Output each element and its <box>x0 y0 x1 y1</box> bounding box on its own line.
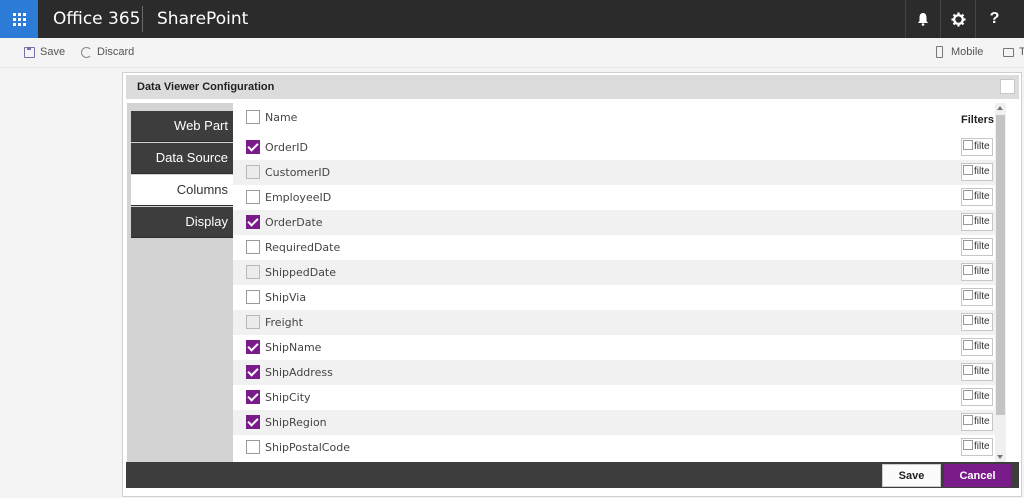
mobile-preview-command[interactable]: Mobile <box>936 46 983 58</box>
cancel-button[interactable]: Cancel <box>944 464 1011 487</box>
column-row: ShippedDate filte <box>233 260 997 285</box>
column-row: ShipAddress filte <box>233 360 997 385</box>
app-name[interactable]: SharePoint <box>157 9 248 29</box>
filter-icon[interactable]: filte <box>961 138 993 156</box>
filter-icon[interactable]: filte <box>961 388 993 406</box>
column-name: ShipCity <box>265 391 311 404</box>
scroll-up-arrow-icon[interactable] <box>997 106 1003 110</box>
notifications-button[interactable] <box>905 0 940 38</box>
tab-columns[interactable]: Columns <box>131 175 234 206</box>
column-name: ShipName <box>265 341 322 354</box>
column-checkbox[interactable] <box>246 415 260 429</box>
columns-header-row: Name Filters <box>233 103 997 135</box>
app-launcher-button[interactable] <box>0 0 38 38</box>
column-checkbox[interactable] <box>246 165 260 179</box>
column-row: Freight filte <box>233 310 997 335</box>
gear-icon <box>950 11 966 27</box>
column-name: ShipPostalCode <box>265 441 350 454</box>
data-viewer-configuration-panel: Data Viewer Configuration Web Part Data … <box>122 72 1022 497</box>
scroll-thumb[interactable] <box>996 115 1005 415</box>
filter-icon[interactable]: filte <box>961 163 993 181</box>
mobile-icon <box>936 46 943 58</box>
settings-button[interactable] <box>940 0 975 38</box>
suite-bar: Office 365 SharePoint ? <box>0 0 1024 38</box>
column-checkbox[interactable] <box>246 315 260 329</box>
column-row: ShipRegion filte <box>233 410 997 435</box>
column-name: ShipAddress <box>265 366 333 379</box>
bell-icon <box>918 13 928 26</box>
column-checkbox[interactable] <box>246 215 260 229</box>
undo-icon <box>81 46 92 58</box>
column-row: ShipName filte <box>233 335 997 360</box>
tab-web-part[interactable]: Web Part <box>131 111 234 142</box>
column-name: ShipVia <box>265 291 307 304</box>
column-row: ShipPostalCode filte <box>233 435 997 460</box>
column-checkbox[interactable] <box>246 190 260 204</box>
column-row: EmployeeID filte <box>233 185 997 210</box>
configuration-tabs: Web Part Data Source Columns Display <box>127 103 234 462</box>
column-checkbox[interactable] <box>246 240 260 254</box>
filter-icon[interactable]: filte <box>961 313 993 331</box>
save-command-label: Save <box>40 46 66 58</box>
column-name: RequiredDate <box>265 241 341 254</box>
column-name: OrderDate <box>265 216 323 229</box>
column-checkbox[interactable] <box>246 290 260 304</box>
column-row: OrderID filte <box>233 135 997 160</box>
column-name: EmployeeID <box>265 191 332 204</box>
waffle-icon <box>12 12 26 26</box>
filters-column-header: Filters <box>961 114 995 126</box>
filter-icon[interactable]: filte <box>961 363 993 381</box>
column-row: RequiredDate filte <box>233 235 997 260</box>
filter-icon[interactable]: filte <box>961 188 993 206</box>
columns-list: Name Filters OrderID filte CustomerID filte… <box>233 103 997 462</box>
help-button[interactable]: ? <box>975 0 1013 38</box>
tablet-icon <box>1003 47 1014 57</box>
column-checkbox[interactable] <box>246 140 260 154</box>
filter-icon[interactable]: filte <box>961 338 993 356</box>
help-icon: ? <box>989 10 1000 27</box>
discard-command[interactable]: Discard <box>81 46 134 58</box>
filter-icon[interactable]: filte <box>961 213 993 231</box>
panel-footer: Save Cancel <box>126 462 1019 488</box>
column-name: ShipRegion <box>265 416 327 429</box>
scroll-down-arrow-icon[interactable] <box>997 455 1003 459</box>
discard-command-label: Discard <box>97 46 135 58</box>
column-checkbox[interactable] <box>246 390 260 404</box>
panel-header: Data Viewer Configuration <box>126 75 1019 99</box>
column-checkbox[interactable] <box>246 440 260 454</box>
filter-icon[interactable]: filte <box>961 263 993 281</box>
filter-icon[interactable]: filte <box>961 438 993 456</box>
column-row: ShipVia filte <box>233 285 997 310</box>
tablet-command-label: T <box>1019 46 1024 58</box>
column-checkbox[interactable] <box>246 265 260 279</box>
tab-data-source[interactable]: Data Source <box>131 143 234 174</box>
suite-divider <box>142 6 143 32</box>
columns-scrollbar[interactable] <box>995 103 1006 462</box>
column-name: ShippedDate <box>265 266 337 279</box>
save-command[interactable]: Save <box>24 46 65 58</box>
save-icon <box>24 46 35 58</box>
tablet-preview-command[interactable]: T <box>1003 46 1024 58</box>
filter-icon[interactable]: filte <box>961 288 993 306</box>
column-name: OrderID <box>265 141 308 154</box>
panel-title: Data Viewer Configuration <box>137 81 275 93</box>
column-row: CustomerID filte <box>233 160 997 185</box>
column-row: OrderDate filte <box>233 210 997 235</box>
mobile-command-label: Mobile <box>951 46 984 58</box>
filter-icon[interactable]: filte <box>961 238 993 256</box>
brand-title[interactable]: Office 365 <box>53 9 140 29</box>
column-name: Freight <box>265 316 303 329</box>
column-row: ShipCity filte <box>233 385 997 410</box>
panel-close-button[interactable] <box>1000 79 1015 94</box>
tab-display[interactable]: Display <box>131 207 234 238</box>
column-checkbox[interactable] <box>246 340 260 354</box>
command-bar: Save Discard Mobile T <box>0 38 1024 68</box>
column-checkbox[interactable] <box>246 365 260 379</box>
save-button[interactable]: Save <box>882 464 941 487</box>
name-column-header: Name <box>265 111 298 124</box>
filter-icon[interactable]: filte <box>961 413 993 431</box>
column-name: CustomerID <box>265 166 331 179</box>
select-all-checkbox[interactable] <box>246 110 260 124</box>
